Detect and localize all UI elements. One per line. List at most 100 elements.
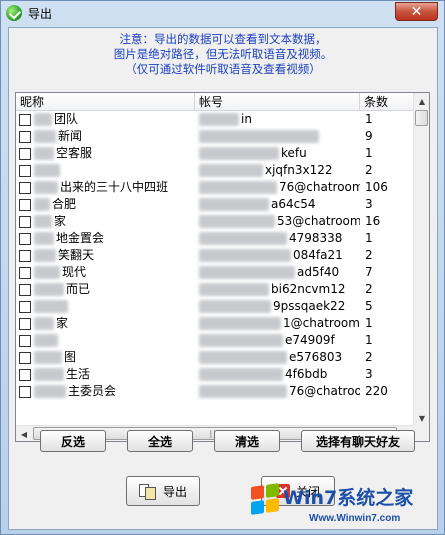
row-checkbox[interactable] xyxy=(19,215,31,228)
vertical-scroll-thumb[interactable] xyxy=(415,110,428,126)
account-text: xjqfn3x122 xyxy=(265,163,333,177)
nickname-cell: 主委员会 xyxy=(16,383,195,400)
table-row[interactable]: 团队 in 1 xyxy=(16,111,415,128)
row-checkbox[interactable] xyxy=(19,232,31,245)
nickname-text: 现代 xyxy=(62,265,87,279)
table-row[interactable]: 家 1@chatroom 1 xyxy=(16,315,415,332)
row-checkbox[interactable] xyxy=(19,283,31,296)
count-cell: 1 xyxy=(365,333,373,347)
account-text: 1@chatroom xyxy=(283,316,360,330)
table-row[interactable]: 家 53@chatroom 16 xyxy=(16,213,415,230)
table-row[interactable]: e74909f 1 xyxy=(16,332,415,349)
table-row[interactable]: 生活 4f6bdb 3 xyxy=(16,366,415,383)
list-header: 昵称 帐号 条数 xyxy=(16,93,415,111)
account-text: 53@chatroom xyxy=(277,214,360,228)
scroll-down-icon[interactable]: ▼ xyxy=(414,410,429,426)
count-cell: 3 xyxy=(365,367,373,381)
table-row[interactable]: 新闻 9 xyxy=(16,128,415,145)
table-row[interactable]: 图 e576803 2 xyxy=(16,349,415,366)
count-cell: 1 xyxy=(365,112,373,126)
table-row[interactable]: 9pssqaek22 5 xyxy=(16,298,415,315)
redacted-blur xyxy=(34,130,56,143)
account-cell: xjqfn3x122 xyxy=(195,162,360,179)
redacted-blur xyxy=(34,232,54,245)
column-header-nickname[interactable]: 昵称 xyxy=(16,93,195,111)
count-cell: 7 xyxy=(365,265,373,279)
table-row[interactable]: 地金置会 4798338 1 xyxy=(16,230,415,247)
count-cell: 1 xyxy=(365,316,373,330)
nickname-cell: 出来的三十八中四班 xyxy=(16,179,195,196)
redacted-blur xyxy=(34,317,54,330)
table-row[interactable]: 空客服 kefu 1 xyxy=(16,145,415,162)
redacted-blur xyxy=(199,215,275,228)
column-header-account[interactable]: 帐号 xyxy=(195,93,360,111)
row-checkbox[interactable] xyxy=(19,266,31,279)
nickname-text: 图 xyxy=(64,350,77,364)
count-cell: 2 xyxy=(365,282,373,296)
table-row[interactable]: 主委员会 76@chatroom 220 xyxy=(16,383,415,400)
row-checkbox[interactable] xyxy=(19,368,31,381)
notice-line-2: 图片是绝对路径，但无法听取语音及视频。 xyxy=(113,47,333,61)
account-text: in xyxy=(241,112,252,126)
window-close-button[interactable]: ✕ xyxy=(395,2,438,21)
account-cell: e576803 xyxy=(195,349,360,366)
table-row[interactable]: 出来的三十八中四班 76@chatroom 106 xyxy=(16,179,415,196)
count-cell: 2 xyxy=(365,163,373,177)
redacted-blur xyxy=(34,147,54,160)
count-cell: 9 xyxy=(365,129,373,143)
vertical-scrollbar[interactable]: ▲ ▼ xyxy=(413,93,429,426)
row-checkbox[interactable] xyxy=(19,385,31,398)
export-button[interactable]: 导出 xyxy=(126,476,200,506)
row-checkbox[interactable] xyxy=(19,351,31,364)
row-checkbox[interactable] xyxy=(19,181,31,194)
account-cell: a64c54 xyxy=(195,196,360,213)
table-row[interactable]: 合肥 a64c54 3 xyxy=(16,196,415,213)
row-checkbox[interactable] xyxy=(19,198,31,211)
nickname-cell: 家 xyxy=(16,213,195,230)
row-checkbox[interactable] xyxy=(19,300,31,313)
scroll-up-icon[interactable]: ▲ xyxy=(414,93,429,109)
nickname-cell: 图 xyxy=(16,349,195,366)
nickname-text: 而已 xyxy=(66,282,91,296)
select-all-button[interactable]: 全选 xyxy=(127,430,193,452)
row-checkbox[interactable] xyxy=(19,147,31,160)
nickname-text: 家 xyxy=(56,316,69,330)
redacted-blur xyxy=(199,385,287,398)
contact-list[interactable]: 昵称 帐号 条数 团队 in 1 新闻 9 空客服 kefu 1 xjqfn3x122 2 出来的三… xyxy=(15,92,430,442)
table-row[interactable]: 现代 ad5f40 7 xyxy=(16,264,415,281)
table-row[interactable]: 而已 bi62ncvm12 2 xyxy=(16,281,415,298)
nickname-text: 家 xyxy=(54,214,67,228)
account-cell: 4798338 xyxy=(195,230,360,247)
clear-selection-button[interactable]: 清选 xyxy=(214,430,280,452)
account-text: 4798338 xyxy=(289,231,343,245)
select-chatted-friends-button[interactable]: 选择有聊天好友 xyxy=(301,430,415,452)
invert-selection-button[interactable]: 反选 xyxy=(40,430,106,452)
redacted-blur xyxy=(199,147,279,160)
row-checkbox[interactable] xyxy=(19,249,31,262)
watermark-url: Www.Winwin7.com xyxy=(309,513,401,524)
row-checkbox[interactable] xyxy=(19,317,31,330)
row-checkbox[interactable] xyxy=(19,113,31,126)
notice-line-1: 注意：导出的数据可以查看到文本数据， xyxy=(119,32,327,46)
row-checkbox[interactable] xyxy=(19,130,31,143)
row-checkbox[interactable] xyxy=(19,334,31,347)
table-row[interactable]: 笑翻天 084fa21 2 xyxy=(16,247,415,264)
nickname-cell: 现代 xyxy=(16,264,195,281)
table-row[interactable]: xjqfn3x122 2 xyxy=(16,162,415,179)
scroll-left-icon[interactable]: ◀ xyxy=(16,426,32,441)
redacted-blur xyxy=(199,368,283,381)
site-watermark: Win7系统之家 Www.Winwin7.com xyxy=(251,481,441,533)
nickname-cell xyxy=(16,162,195,179)
nickname-text: 生活 xyxy=(66,367,91,381)
account-cell: 1@chatroom xyxy=(195,315,360,332)
nickname-text: 合肥 xyxy=(52,197,77,211)
column-header-count[interactable]: 条数 xyxy=(360,93,415,111)
redacted-blur xyxy=(34,113,52,126)
redacted-blur xyxy=(34,385,66,398)
nickname-cell xyxy=(16,298,195,315)
account-cell: 4f6bdb xyxy=(195,366,360,383)
nickname-cell: 空客服 xyxy=(16,145,195,162)
redacted-blur xyxy=(199,266,295,279)
windows-logo-icon xyxy=(251,483,279,515)
row-checkbox[interactable] xyxy=(19,164,31,177)
